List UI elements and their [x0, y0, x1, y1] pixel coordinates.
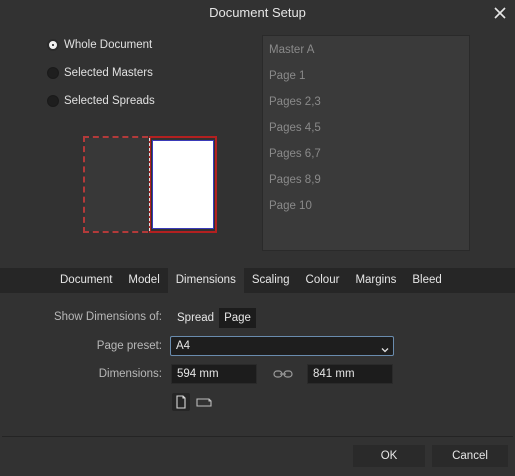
radio-selected-spreads[interactable]: Selected Spreads: [47, 93, 155, 109]
radio-label: Selected Spreads: [64, 95, 155, 107]
link-icon[interactable]: [272, 367, 294, 381]
spread-spine: [149, 138, 150, 231]
tab-model[interactable]: Model: [120, 268, 167, 293]
page-preset-label: Page preset:: [96, 340, 162, 352]
show-dimensions-toggle: Spread Page: [172, 308, 256, 328]
dimensions-label: Dimensions:: [98, 368, 162, 380]
radio-indicator: [47, 39, 59, 51]
tab-margins[interactable]: Margins: [347, 268, 404, 293]
close-icon[interactable]: [491, 4, 509, 22]
list-item[interactable]: Master A: [263, 37, 469, 63]
list-item[interactable]: Pages 6,7: [263, 141, 469, 167]
dialog-title: Document Setup: [209, 5, 306, 20]
right-page-preview: [152, 140, 214, 229]
list-item[interactable]: Page 1: [263, 63, 469, 89]
radio-whole-document[interactable]: Whole Document: [47, 37, 152, 53]
page-preset-value: A4: [176, 340, 191, 352]
tab-dimensions[interactable]: Dimensions: [167, 268, 244, 293]
tab-bleed[interactable]: Bleed: [404, 268, 449, 293]
landscape-orientation-icon[interactable]: [195, 393, 213, 411]
radio-label: Whole Document: [64, 39, 153, 51]
radio-selected-masters[interactable]: Selected Masters: [47, 65, 153, 81]
tab-scaling[interactable]: Scaling: [244, 268, 298, 293]
list-item[interactable]: Pages 4,5: [263, 115, 469, 141]
left-page-preview: [85, 138, 149, 231]
page-list[interactable]: Master A Page 1 Pages 2,3 Pages 4,5 Page…: [262, 35, 470, 251]
radio-label: Selected Masters: [64, 67, 153, 79]
list-item[interactable]: Pages 2,3: [263, 89, 469, 115]
tab-colour[interactable]: Colour: [298, 268, 348, 293]
show-dimensions-label: Show Dimensions of:: [53, 311, 162, 323]
spread-preview: [83, 136, 217, 233]
footer-divider: [2, 436, 513, 437]
option-page[interactable]: Page: [219, 308, 256, 328]
radio-indicator: [47, 95, 59, 107]
list-item[interactable]: Pages 8,9: [263, 167, 469, 193]
option-spread[interactable]: Spread: [172, 308, 219, 328]
tab-bar: Document Model Dimensions Scaling Colour…: [0, 268, 515, 293]
page-preset-select[interactable]: A4: [170, 336, 394, 356]
height-field[interactable]: 841 mm: [307, 364, 393, 384]
ok-button[interactable]: OK: [353, 445, 425, 467]
radio-indicator: [47, 67, 59, 79]
portrait-orientation-icon[interactable]: [172, 393, 190, 411]
cancel-button[interactable]: Cancel: [432, 445, 508, 467]
list-item[interactable]: Page 10: [263, 193, 469, 219]
chevron-down-icon: [381, 342, 389, 353]
width-field[interactable]: 594 mm: [171, 364, 257, 384]
tab-document[interactable]: Document: [52, 268, 120, 293]
